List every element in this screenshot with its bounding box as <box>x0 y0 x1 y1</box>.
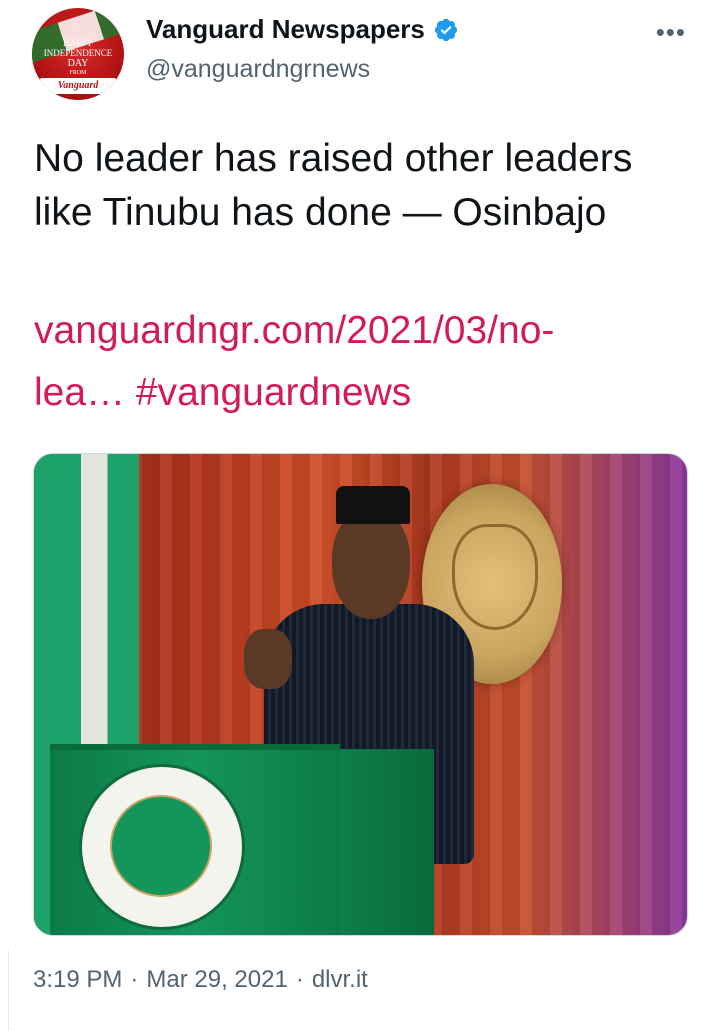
account-name[interactable]: Vanguard Newspapers <box>146 14 425 45</box>
account-name-row[interactable]: Vanguard Newspapers <box>146 14 459 45</box>
avatar-text-4: FROM <box>69 70 87 76</box>
meta-separator-2: · <box>295 966 304 993</box>
speaker-cap <box>336 486 410 524</box>
speaker-hand <box>244 629 292 689</box>
tweet-date[interactable]: Mar 29, 2021 <box>146 966 287 993</box>
vice-president-seal <box>79 764 245 930</box>
seal-center <box>110 795 212 897</box>
tweet-page: HAPPY INDEPENDENCE DAY FROM Vanguard Van… <box>0 0 720 1031</box>
tweet-source[interactable]: dlvr.it <box>312 966 368 993</box>
tweet-text: No leader has raised other leaders like … <box>34 137 633 234</box>
tweet-time[interactable]: 3:19 PM <box>33 966 122 993</box>
hashtag-link[interactable]: #vanguardnews <box>136 371 411 414</box>
avatar-brand: Vanguard <box>40 78 116 94</box>
speaker-head <box>332 509 410 619</box>
tweet-photo[interactable] <box>33 453 688 936</box>
verified-badge-icon <box>433 17 459 43</box>
tweet-link-continued[interactable]: lea… <box>34 371 125 414</box>
meta-separator: · <box>130 966 139 993</box>
avatar-text-1: HAPPY <box>63 38 93 48</box>
tweet-link-block: vanguardngr.com/2021/03/no- lea… #vangua… <box>34 300 684 424</box>
avatar[interactable]: HAPPY INDEPENDENCE DAY FROM Vanguard <box>32 8 124 100</box>
divider <box>0 950 9 1031</box>
coat-of-arms-shield <box>452 524 538 630</box>
account-handle[interactable]: @vanguardngrnews <box>146 55 370 84</box>
tweet-meta: 3:19 PM · Mar 29, 2021 · dlvr.it <box>33 966 368 994</box>
tweet-link-line2: lea… #vanguardnews <box>34 362 684 424</box>
avatar-text-3: DAY <box>67 58 89 69</box>
more-options-icon[interactable]: ••• <box>656 19 686 45</box>
tweet-link[interactable]: vanguardngr.com/2021/03/no- <box>34 300 684 362</box>
avatar-text-2: INDEPENDENCE <box>43 48 113 58</box>
